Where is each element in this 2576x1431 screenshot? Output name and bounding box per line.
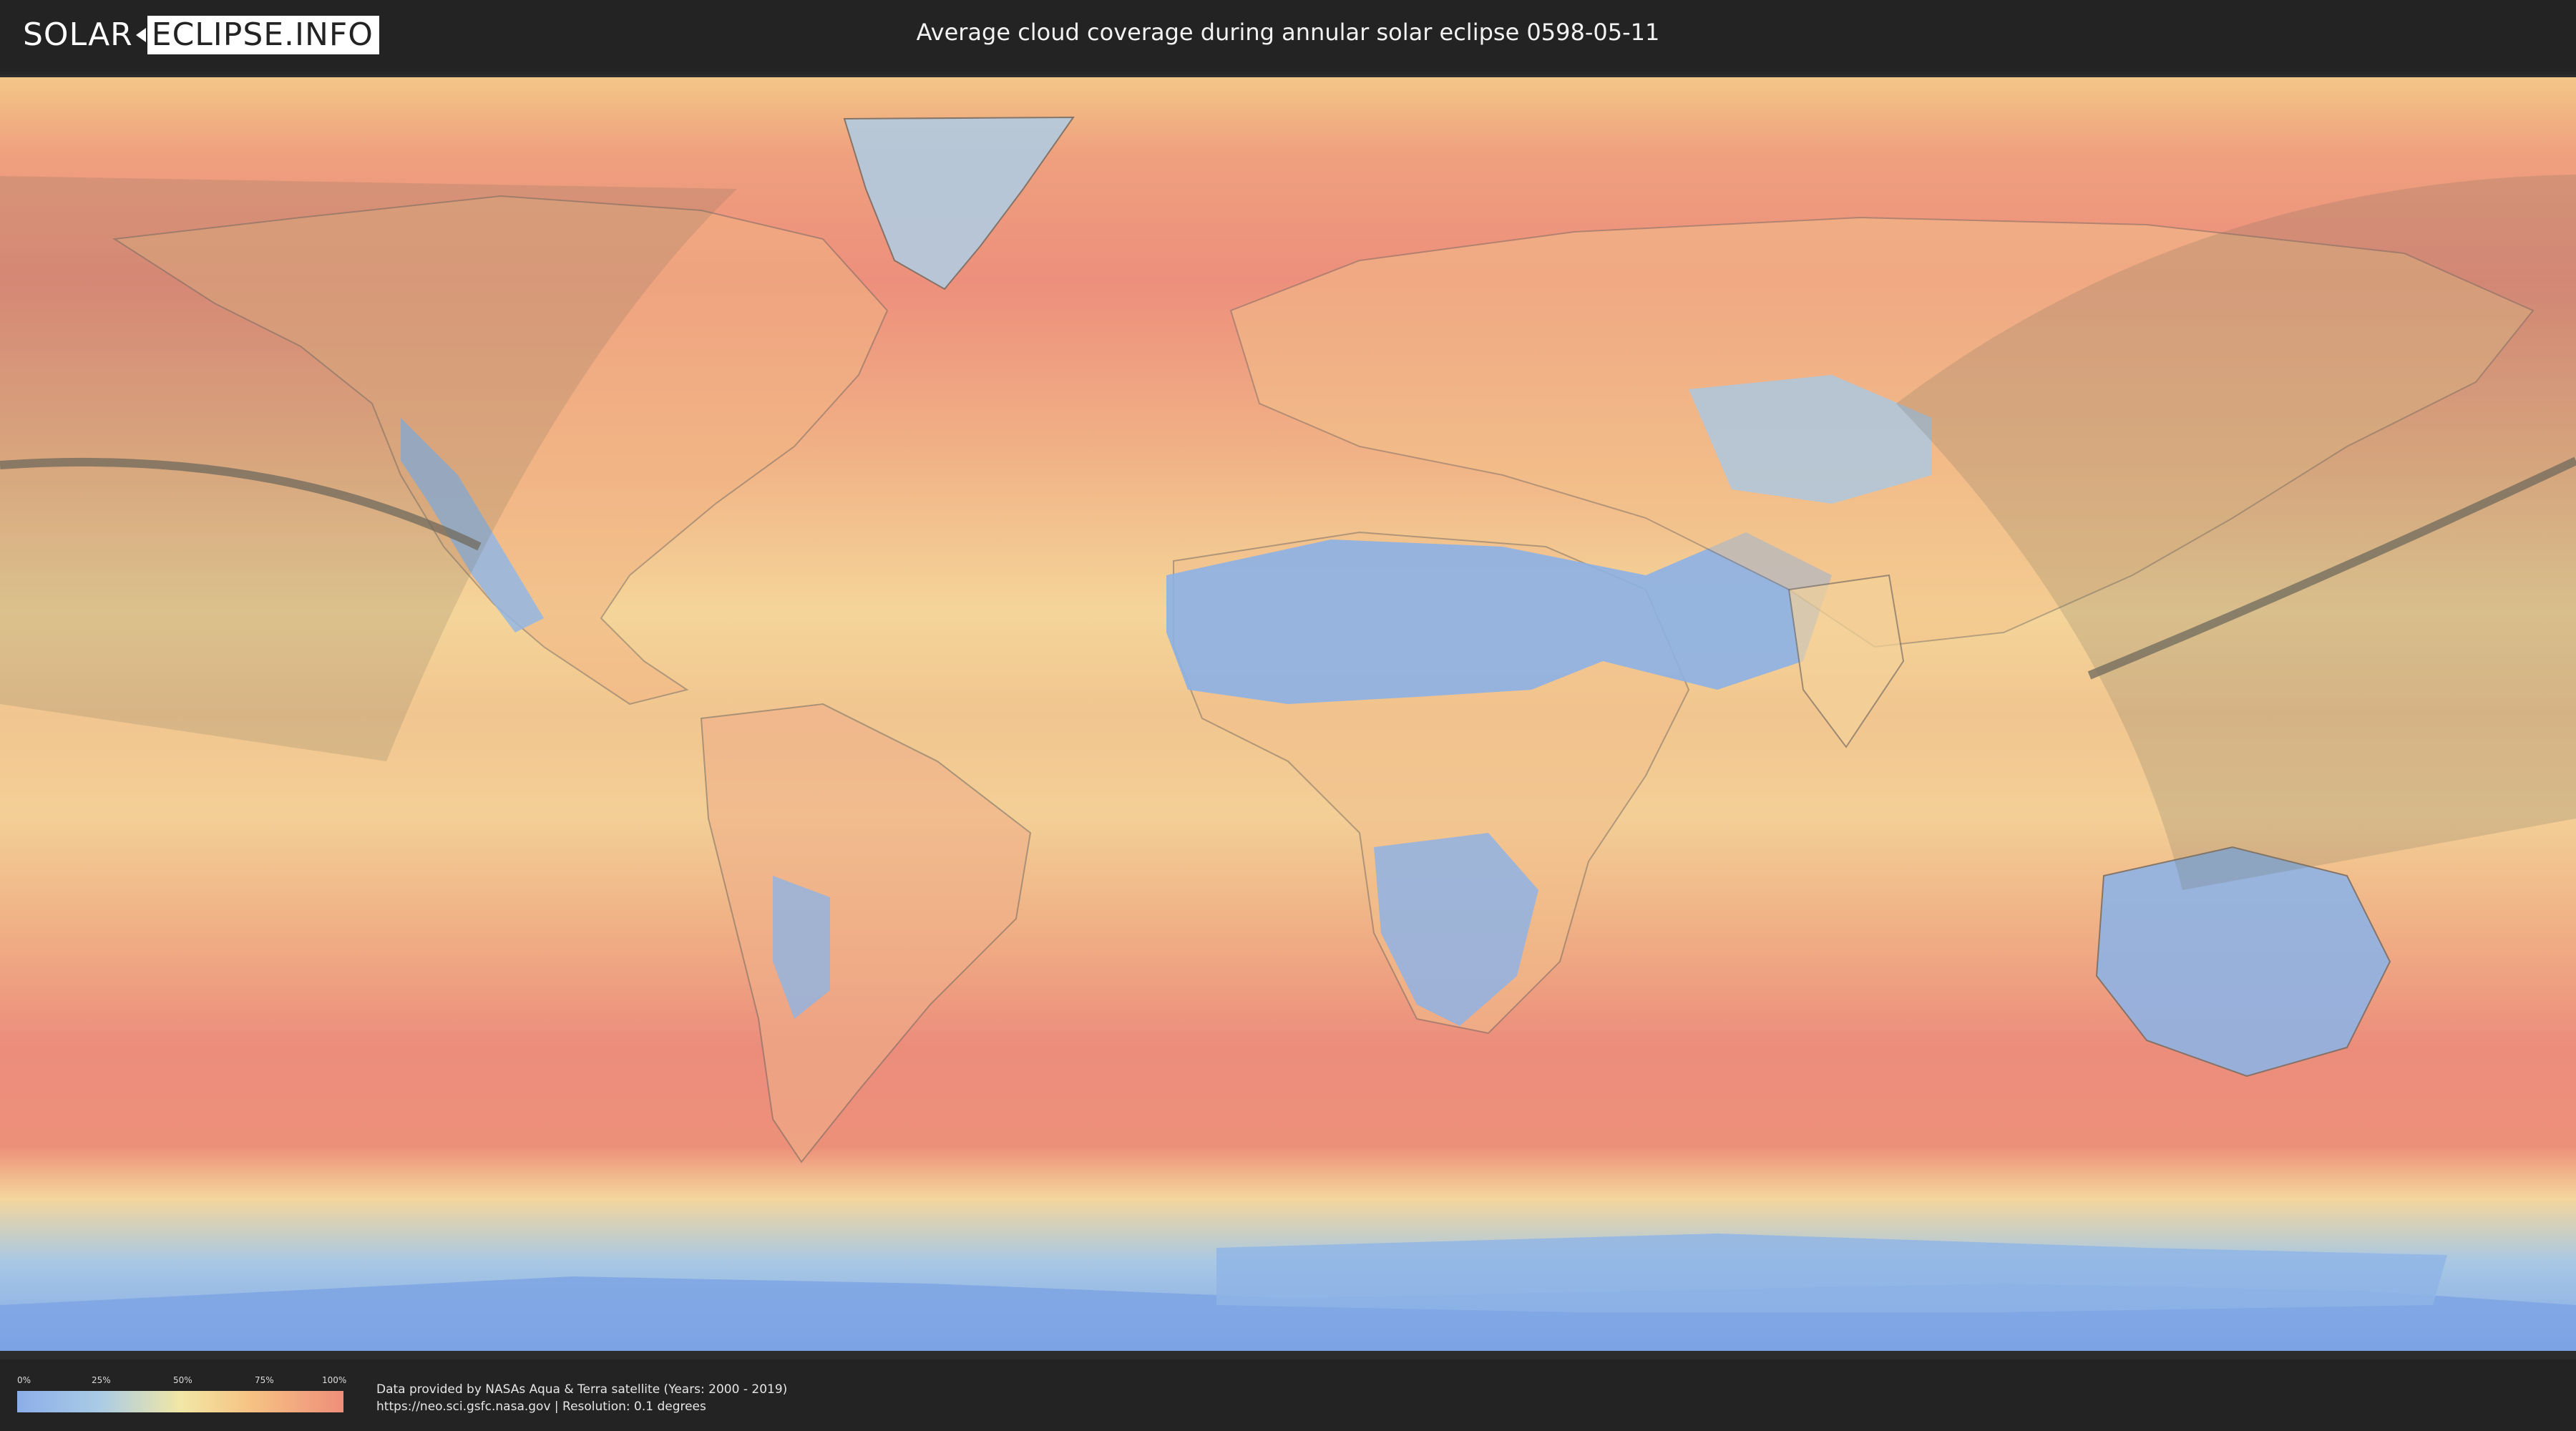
cloud-coverage-map — [0, 74, 2576, 1359]
cloud-coverage-legend: 0% 25% 50% 75% 100% — [17, 1375, 347, 1415]
legend-tick-75: 75% — [255, 1375, 274, 1385]
legend-tick-25: 25% — [92, 1375, 111, 1385]
legend-tick-100: 100% — [322, 1375, 347, 1385]
credits-line-url[interactable]: https://neo.sci.gsfc.nasa.gov | Resoluti… — [376, 1398, 787, 1415]
legend-ticks: 0% 25% 50% 75% 100% — [17, 1375, 347, 1387]
credits-line-source: Data provided by NASAs Aqua & Terra sate… — [376, 1382, 788, 1397]
legend-color-bar — [17, 1391, 343, 1412]
world-map-icon — [0, 74, 2576, 1359]
page-title: Average cloud coverage during annular so… — [916, 19, 1660, 46]
data-credits: Data provided by NASAs Aqua & Terra sate… — [376, 1381, 787, 1415]
legend-tick-50: 50% — [173, 1375, 192, 1385]
header-bar: SOLAR ECLIPSE.INFO Average cloud coverag… — [0, 0, 2576, 72]
legend-tick-0: 0% — [17, 1375, 31, 1385]
